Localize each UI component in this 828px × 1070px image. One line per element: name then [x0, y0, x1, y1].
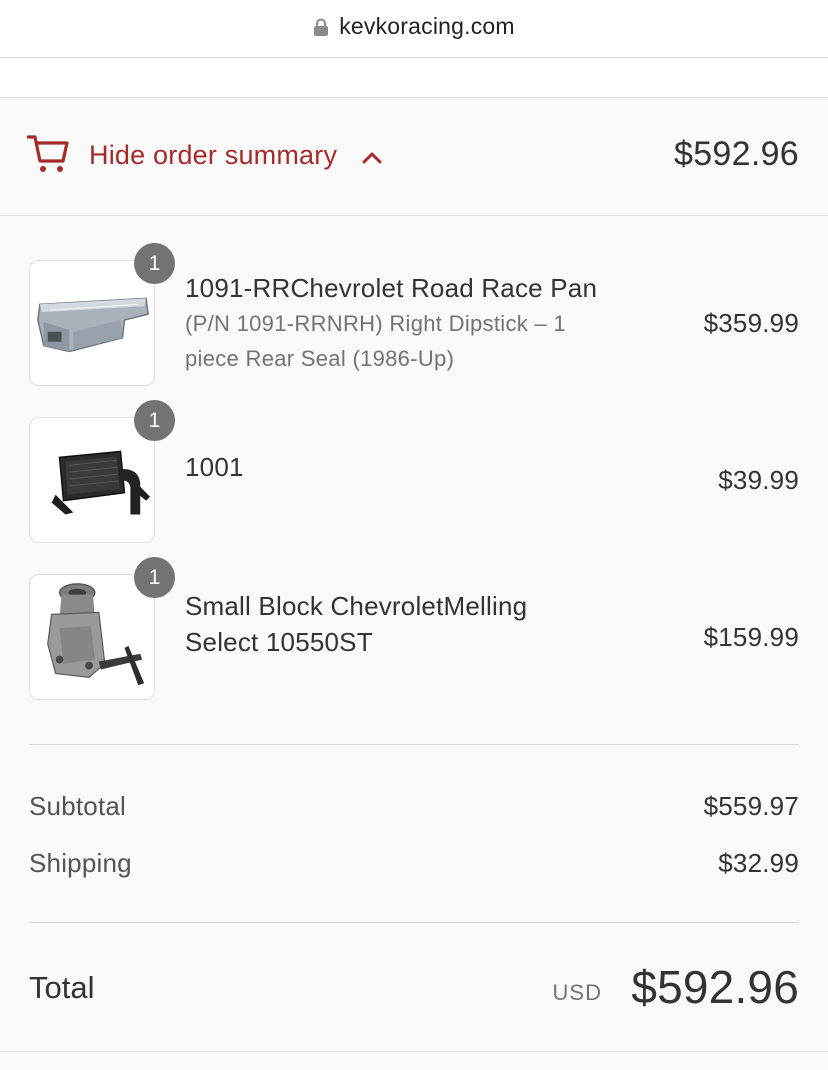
- product-name: 1001: [185, 452, 244, 482]
- subtotal-value: $559.97: [703, 791, 799, 821]
- line-item: 1 Small Block ChevroletMelling Select 10…: [0, 557, 828, 704]
- total-label: Total: [29, 970, 95, 1005]
- product-image-oil-cooler: [29, 417, 155, 543]
- total-value: $592.96: [631, 961, 799, 1013]
- cart-icon: [27, 135, 69, 172]
- product-price: $39.99: [718, 465, 799, 495]
- browser-url-bar[interactable]: kevkoracing.com: [0, 0, 828, 58]
- subtotal-label: Subtotal: [29, 791, 127, 821]
- product-name-line-1: Small Block ChevroletMelling: [185, 591, 528, 621]
- quantity-badge: 1: [134, 400, 175, 441]
- product-price: $359.99: [703, 308, 799, 338]
- product-name-line-2: Select 10550ST: [185, 627, 373, 657]
- order-summary-toggle[interactable]: Hide order summary $592.96: [0, 98, 828, 216]
- toggle-total-price: $592.96: [673, 135, 799, 173]
- divider: [29, 922, 799, 923]
- shipping-label: Shipping: [29, 848, 132, 878]
- product-price: $159.99: [703, 622, 799, 652]
- header-spacer: [0, 58, 828, 98]
- product-variant-line-1: (P/N 1091-RRNRH) Right Dipstick – 1: [185, 311, 566, 336]
- product-image-oil-pan: [29, 260, 155, 386]
- lock-icon: [314, 18, 329, 36]
- line-item: 1 1001 $39.99: [0, 400, 828, 547]
- currency-code: USD: [552, 980, 602, 1005]
- product-image-oil-pump: [29, 574, 155, 700]
- shipping-value: $32.99: [718, 848, 799, 878]
- divider: [29, 744, 799, 745]
- product-variant-line-2: piece Rear Seal (1986-Up): [185, 346, 455, 371]
- quantity-badge: 1: [134, 557, 175, 598]
- divider: [0, 1051, 828, 1052]
- line-item: 1 1091-RRChevrolet Road Race Pan (P/N 10…: [0, 243, 828, 390]
- url-text: kevkoracing.com: [339, 13, 515, 39]
- url-display[interactable]: kevkoracing.com: [313, 13, 515, 40]
- chevron-up-icon[interactable]: [362, 150, 382, 164]
- product-name: 1091-RRChevrolet Road Race Pan: [185, 273, 598, 303]
- quantity-badge: 1: [134, 243, 175, 284]
- toggle-label[interactable]: Hide order summary: [89, 140, 337, 171]
